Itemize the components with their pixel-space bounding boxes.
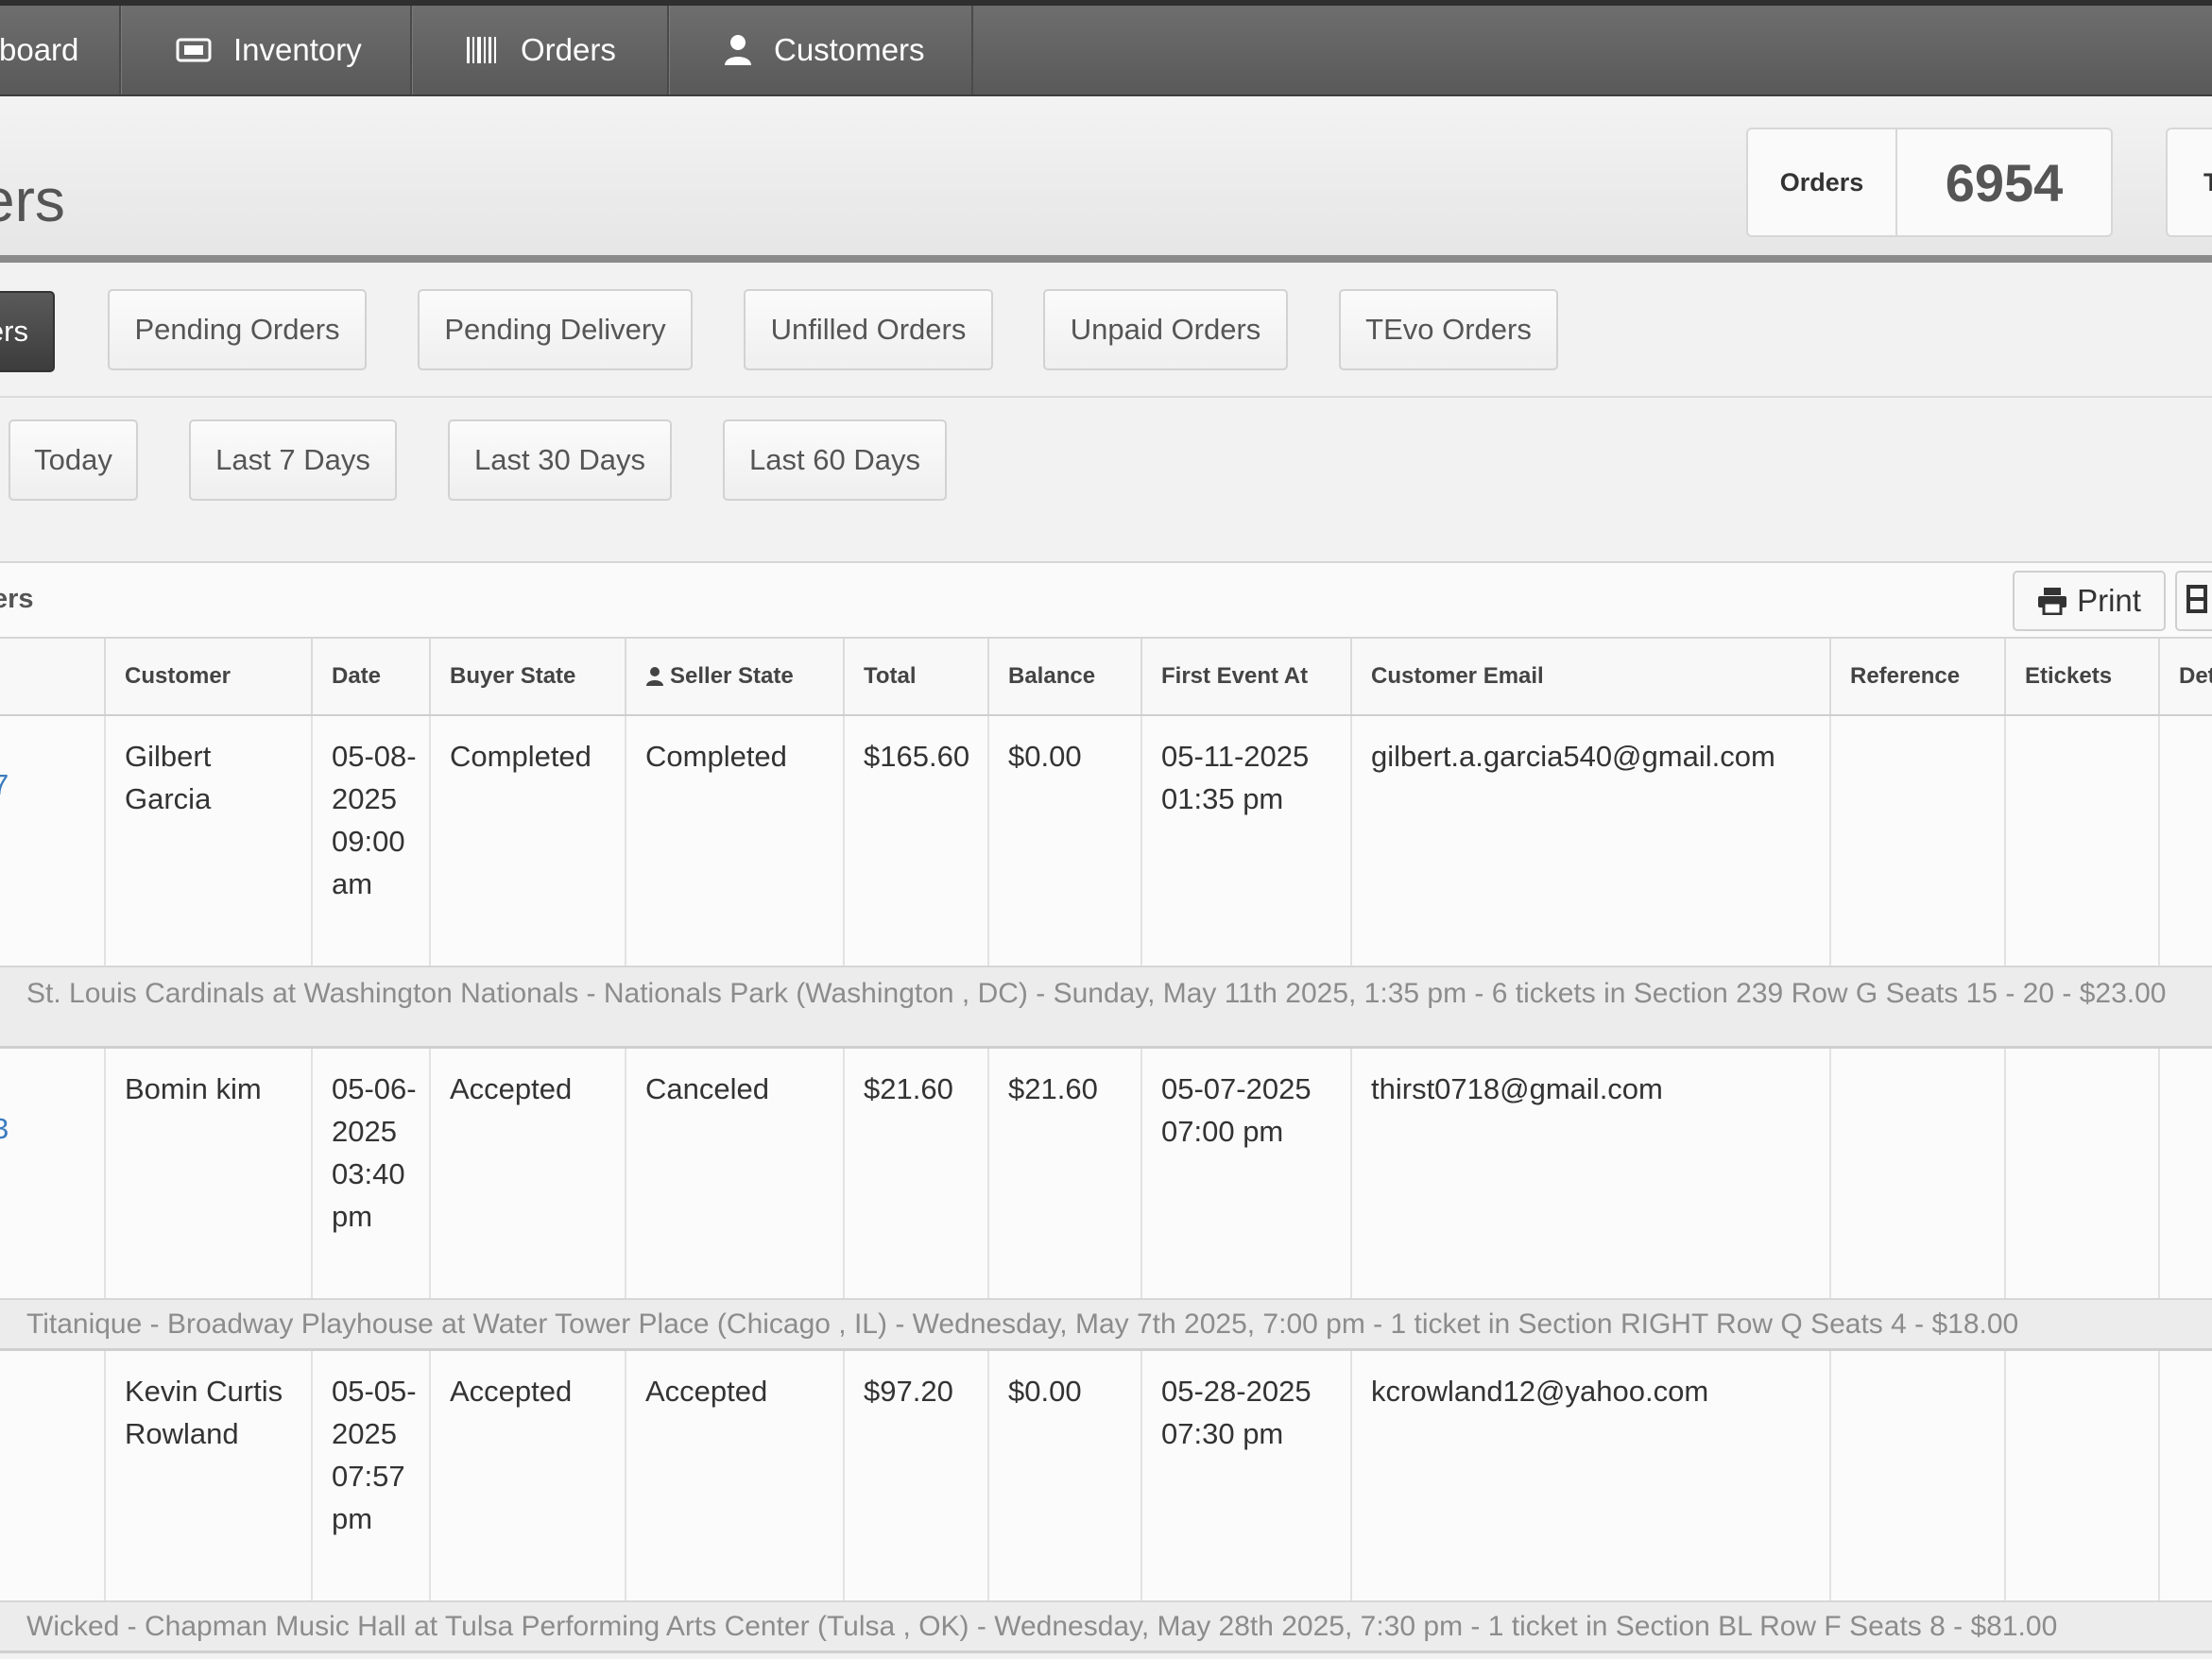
buyer-state-cell: Accepted <box>429 1351 625 1600</box>
filter-pending-delivery[interactable]: Pending Delivery <box>418 289 693 370</box>
columns-button[interactable] <box>2175 571 2212 631</box>
filter-unpaid-orders[interactable]: Unpaid Orders <box>1043 289 1288 370</box>
nav-item-label: Inventory <box>233 32 362 67</box>
seller-state-cell: Canceled <box>625 1049 843 1298</box>
orders-panel-header: ers Print <box>0 561 2212 637</box>
nav-item-label: Customers <box>774 32 925 67</box>
date-cell: 05-08-2025 09:00 am <box>311 716 429 966</box>
customer-cell: Kevin Curtis Rowland <box>104 1351 312 1600</box>
details-cell <box>2158 716 2212 966</box>
filter-all-orders[interactable]: ers <box>0 291 55 372</box>
customer-cell: Gilbert Garcia <box>104 716 312 966</box>
print-button[interactable]: Print <box>2013 571 2166 631</box>
column-header-buyer-state[interactable]: Buyer State <box>429 639 625 714</box>
first-event-cell: 05-11-2025 01:35 pm <box>1140 716 1350 966</box>
balance-cell: $0.00 <box>987 716 1140 966</box>
total-cell: $21.60 <box>843 1049 987 1298</box>
balance-cell: $21.60 <box>987 1049 1140 1298</box>
nav-item-customers[interactable]: Customers <box>669 6 973 94</box>
etickets-cell <box>2004 1351 2158 1600</box>
column-header-balance[interactable]: Balance <box>987 639 1140 714</box>
reference-cell <box>1829 716 2004 966</box>
table-row: 7 Gilbert Garcia 05-08-2025 09:00 am Com… <box>0 716 2212 966</box>
nav-item-label: board <box>0 32 79 67</box>
column-header-date[interactable]: Date <box>311 639 429 714</box>
barcode-icon <box>466 36 500 64</box>
reference-cell <box>1829 1351 2004 1600</box>
orders-stat: Orders 6954 <box>1746 128 2113 237</box>
column-header-first-event-at[interactable]: First Event At <box>1140 639 1350 714</box>
email-cell: gilbert.a.garcia540@gmail.com <box>1350 716 1829 966</box>
buyer-state-cell: Accepted <box>429 1049 625 1298</box>
main-nav: board Inventory Orders Customers <box>0 6 2212 96</box>
order-detail-row: St. Louis Cardinals at Washington Nation… <box>0 966 2212 1049</box>
user-icon <box>645 666 664 687</box>
first-event-cell: 05-28-2025 07:30 pm <box>1140 1351 1350 1600</box>
total-cell: $165.60 <box>843 716 987 966</box>
balance-cell: $0.00 <box>987 1351 1140 1600</box>
date-cell: 05-06-2025 03:40 pm <box>311 1049 429 1298</box>
filter-unfilled-orders[interactable]: Unfilled Orders <box>744 289 993 370</box>
first-event-cell: 05-07-2025 07:00 pm <box>1140 1049 1350 1298</box>
nav-item-orders[interactable]: Orders <box>412 6 669 94</box>
nav-item-label: Orders <box>521 32 616 67</box>
user-icon <box>723 34 753 66</box>
details-cell <box>2158 1351 2212 1600</box>
secondary-stat: T <box>2166 128 2212 237</box>
column-header-customer-email[interactable]: Customer Email <box>1350 639 1829 714</box>
reference-cell <box>1829 1049 2004 1298</box>
order-id-link[interactable]: 3 <box>0 1049 104 1298</box>
order-detail-row: Wicked - Chapman Music Hall at Tulsa Per… <box>0 1600 2212 1653</box>
divider <box>0 396 2212 398</box>
email-cell: thirst0718@gmail.com <box>1350 1049 1829 1298</box>
table-header: Customer Date Buyer State Seller State T… <box>0 637 2212 716</box>
printer-icon <box>2037 587 2067 615</box>
panel-title: ers <box>0 584 34 614</box>
stat-value: 6954 <box>1945 152 2064 213</box>
total-cell: $97.20 <box>843 1351 987 1600</box>
filter-pending-orders[interactable]: Pending Orders <box>108 289 367 370</box>
table-row: Kevin Curtis Rowland 05-05-2025 07:57 pm… <box>0 1351 2212 1600</box>
stat-label: Orders <box>1748 129 1897 235</box>
ticket-icon <box>175 37 213 63</box>
column-header-details[interactable]: Det <box>2158 639 2212 714</box>
seller-state-cell: Completed <box>625 716 843 966</box>
date-cell: 05-05-2025 07:57 pm <box>311 1351 429 1600</box>
range-last-30-days[interactable]: Last 30 Days <box>448 419 672 501</box>
etickets-cell <box>2004 1049 2158 1298</box>
nav-item-dashboard[interactable]: board <box>0 6 121 94</box>
order-detail-row: Titanique - Broadway Playhouse at Water … <box>0 1298 2212 1351</box>
column-header-customer[interactable]: Customer <box>104 639 312 714</box>
email-cell: kcrowland12@yahoo.com <box>1350 1351 1829 1600</box>
filter-tevo-orders[interactable]: TEvo Orders <box>1339 289 1558 370</box>
details-cell <box>2158 1049 2212 1298</box>
page-title: ers <box>0 166 65 234</box>
columns-icon <box>2186 584 2207 618</box>
nav-item-inventory[interactable]: Inventory <box>121 6 412 94</box>
stat-label: T <box>2203 167 2212 197</box>
column-header-label: Seller State <box>670 663 794 689</box>
order-id-link[interactable]: 7 <box>0 716 104 966</box>
order-id-link[interactable] <box>0 1351 104 1600</box>
column-header-etickets[interactable]: Etickets <box>2004 639 2158 714</box>
column-header-total[interactable]: Total <box>843 639 987 714</box>
range-today[interactable]: Today <box>9 419 138 501</box>
buyer-state-cell: Completed <box>429 716 625 966</box>
column-header-reference[interactable]: Reference <box>1829 639 2004 714</box>
seller-state-cell: Accepted <box>625 1351 843 1600</box>
range-last-7-days[interactable]: Last 7 Days <box>189 419 397 501</box>
etickets-cell <box>2004 716 2158 966</box>
range-last-60-days[interactable]: Last 60 Days <box>723 419 947 501</box>
customer-cell: Bomin kim <box>104 1049 312 1298</box>
table-row: 3 Bomin kim 05-06-2025 03:40 pm Accepted… <box>0 1049 2212 1298</box>
print-label: Print <box>2077 583 2141 618</box>
column-header-seller-state[interactable]: Seller State <box>625 639 843 714</box>
